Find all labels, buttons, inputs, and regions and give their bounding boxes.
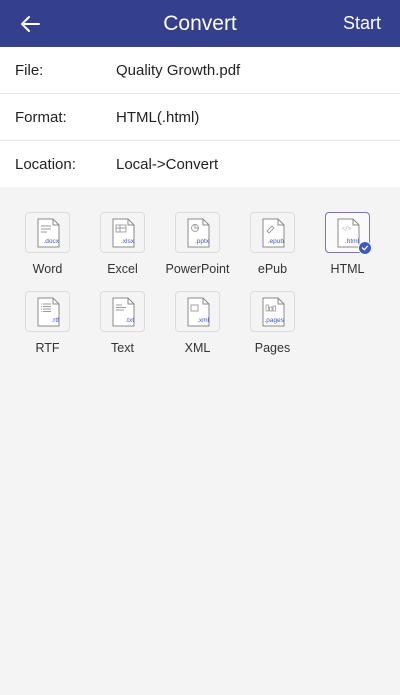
file-extension-label: .xml <box>197 317 209 324</box>
format-label: Pages <box>254 341 291 355</box>
file-extension-label: .txt <box>125 317 134 324</box>
file-value: Quality Growth.pdf <box>116 61 241 79</box>
format-label: Word <box>32 262 63 276</box>
file-document-icon: .docx <box>37 218 59 247</box>
format-tile[interactable]: .docx <box>25 212 70 253</box>
format-option-powerpoint[interactable]: .pptx PowerPoint <box>160 212 235 276</box>
format-label: Excel <box>107 262 138 276</box>
format-value: HTML(.html) <box>116 108 200 126</box>
file-extension-label: .pptx <box>194 238 209 245</box>
format-grid: .docx Word .xlsx Excel .pptx PowerPoint .epub e… <box>0 187 400 355</box>
file-document-icon: .rtf <box>37 297 59 326</box>
file-document-icon: </> .html <box>337 218 359 247</box>
format-option-excel[interactable]: .xlsx Excel <box>85 212 160 276</box>
format-tile[interactable]: .xlsx <box>100 212 145 253</box>
file-document-icon: .xml <box>187 297 209 326</box>
format-label: Text <box>111 341 134 355</box>
format-label: RTF <box>35 341 60 355</box>
top-bar: Convert Start <box>0 0 400 47</box>
format-label: Format: <box>15 108 67 126</box>
format-label: XML <box>184 341 211 355</box>
file-document-icon: .pptx <box>187 218 209 247</box>
file-document-icon: .xlsx <box>112 218 135 247</box>
format-label: ePub <box>257 262 288 276</box>
file-document-icon: .pages <box>262 297 284 326</box>
format-option-pages[interactable]: .pages Pages <box>235 291 310 355</box>
format-option-text[interactable]: .txt Text <box>85 291 160 355</box>
format-option-word[interactable]: .docx Word <box>10 212 85 276</box>
location-value: Local->Convert <box>116 155 219 173</box>
format-tile[interactable]: .txt <box>100 291 145 332</box>
file-extension-label: .html <box>344 238 359 245</box>
format-option-epub[interactable]: .epub ePub <box>235 212 310 276</box>
check-icon <box>358 241 372 255</box>
format-option-rtf[interactable]: .rtf RTF <box>10 291 85 355</box>
file-extension-label: .xlsx <box>121 238 135 245</box>
format-tile[interactable]: .pages <box>250 291 295 332</box>
format-row: Format: HTML(.html) <box>0 94 400 141</box>
format-tile[interactable]: .xml <box>175 291 220 332</box>
format-option-html[interactable]: </> .html HTML <box>310 212 385 276</box>
file-row: File: Quality Growth.pdf <box>0 47 400 94</box>
file-document-icon: .epub <box>262 218 284 247</box>
location-row[interactable]: Location: Local->Convert <box>0 141 400 187</box>
file-extension-label: .rtf <box>51 317 59 324</box>
page-title: Convert <box>163 11 237 35</box>
format-tile[interactable]: .pptx <box>175 212 220 253</box>
file-label: File: <box>15 61 44 79</box>
format-label: HTML <box>330 262 365 276</box>
format-tile[interactable]: </> .html <box>325 212 372 255</box>
file-extension-label: .pages <box>264 317 284 324</box>
file-extension-label: .docx <box>43 238 59 245</box>
location-label: Location: <box>15 155 76 173</box>
conversion-info: File: Quality Growth.pdf Format: HTML(.h… <box>0 47 400 187</box>
format-option-xml[interactable]: .xml XML <box>160 291 235 355</box>
back-button[interactable] <box>0 0 60 47</box>
start-button[interactable]: Start <box>343 13 400 34</box>
format-label: PowerPoint <box>165 262 230 276</box>
format-tile[interactable]: .epub <box>250 212 295 253</box>
file-document-icon: .txt <box>112 297 134 326</box>
file-extension-label: .epub <box>267 238 284 245</box>
format-tile[interactable]: .rtf <box>25 291 70 332</box>
svg-text:</>: </> <box>342 226 351 232</box>
arrow-left-icon <box>21 15 40 32</box>
